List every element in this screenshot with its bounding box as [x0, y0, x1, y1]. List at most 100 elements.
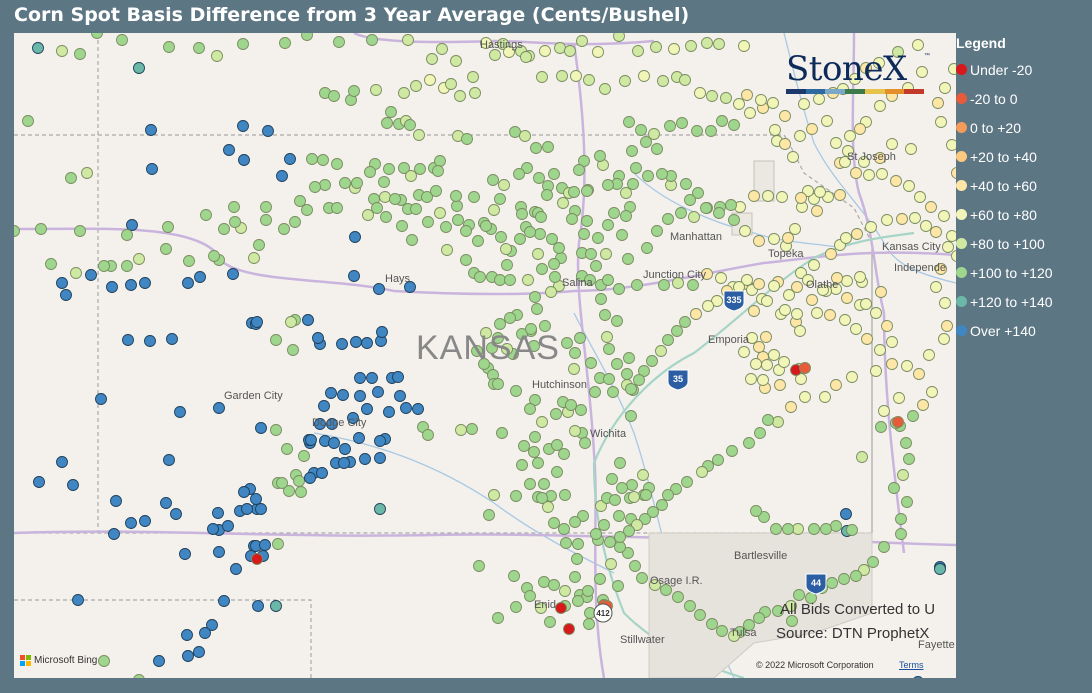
location-marker[interactable]	[743, 437, 755, 449]
legend-item[interactable]: +20 to +40	[956, 142, 1092, 171]
location-marker[interactable]	[860, 298, 872, 310]
location-marker[interactable]	[250, 493, 262, 505]
location-marker[interactable]	[531, 303, 543, 315]
location-marker[interactable]	[941, 320, 953, 332]
location-marker[interactable]	[410, 203, 422, 215]
location-marker[interactable]	[535, 211, 547, 223]
location-marker[interactable]	[878, 405, 890, 417]
location-marker[interactable]	[170, 508, 182, 520]
location-marker[interactable]	[163, 41, 175, 53]
location-marker[interactable]	[676, 117, 688, 129]
location-marker[interactable]	[920, 220, 932, 232]
location-marker[interactable]	[753, 341, 765, 353]
location-marker[interactable]	[160, 497, 172, 509]
location-marker[interactable]	[529, 291, 541, 303]
location-marker[interactable]	[913, 368, 925, 380]
location-marker[interactable]	[227, 268, 239, 280]
location-marker[interactable]	[609, 494, 621, 506]
location-marker[interactable]	[770, 523, 782, 535]
location-marker[interactable]	[565, 399, 577, 411]
location-marker[interactable]	[789, 223, 801, 235]
location-marker[interactable]	[548, 168, 560, 180]
location-marker[interactable]	[825, 248, 837, 260]
location-marker[interactable]	[626, 145, 638, 157]
location-marker[interactable]	[436, 43, 448, 55]
location-marker[interactable]	[494, 318, 506, 330]
location-marker[interactable]	[939, 82, 951, 94]
location-marker[interactable]	[875, 286, 887, 298]
location-marker[interactable]	[768, 349, 780, 361]
location-marker[interactable]	[426, 53, 438, 65]
location-marker[interactable]	[613, 283, 625, 295]
location-marker[interactable]	[620, 210, 632, 222]
location-marker[interactable]	[228, 201, 240, 213]
location-marker[interactable]	[532, 457, 544, 469]
location-marker[interactable]	[108, 528, 120, 540]
location-marker[interactable]	[787, 151, 799, 163]
location-marker[interactable]	[616, 229, 628, 241]
location-marker[interactable]	[655, 345, 667, 357]
location-marker[interactable]	[441, 244, 453, 256]
location-marker[interactable]	[518, 440, 530, 452]
location-marker[interactable]	[895, 528, 907, 540]
location-marker[interactable]	[514, 233, 526, 245]
location-marker[interactable]	[909, 212, 921, 224]
location-marker[interactable]	[598, 519, 610, 531]
location-marker[interactable]	[85, 269, 97, 281]
location-marker[interactable]	[550, 408, 562, 420]
location-marker[interactable]	[545, 286, 557, 298]
location-marker[interactable]	[688, 211, 700, 223]
location-marker[interactable]	[336, 338, 348, 350]
location-marker[interactable]	[496, 427, 508, 439]
location-marker[interactable]	[611, 358, 623, 370]
location-marker[interactable]	[160, 243, 172, 255]
location-marker[interactable]	[892, 416, 904, 428]
location-marker[interactable]	[605, 558, 617, 570]
location-marker[interactable]	[934, 563, 946, 575]
location-marker[interactable]	[510, 601, 522, 613]
location-marker[interactable]	[808, 259, 820, 271]
location-marker[interactable]	[91, 33, 103, 39]
location-marker[interactable]	[713, 38, 725, 50]
location-marker[interactable]	[725, 199, 737, 211]
location-marker[interactable]	[555, 602, 567, 614]
location-marker[interactable]	[183, 255, 195, 267]
location-marker[interactable]	[361, 337, 373, 349]
terms-link[interactable]: Terms	[899, 660, 924, 670]
location-marker[interactable]	[768, 233, 780, 245]
location-marker[interactable]	[778, 356, 790, 368]
location-marker[interactable]	[364, 166, 376, 178]
location-marker[interactable]	[339, 177, 351, 189]
location-marker[interactable]	[602, 274, 614, 286]
location-marker[interactable]	[608, 207, 620, 219]
location-marker[interactable]	[32, 42, 44, 54]
location-marker[interactable]	[522, 274, 534, 286]
location-marker[interactable]	[590, 260, 602, 272]
location-marker[interactable]	[193, 42, 205, 54]
location-marker[interactable]	[578, 228, 590, 240]
location-marker[interactable]	[434, 155, 446, 167]
location-marker[interactable]	[318, 400, 330, 412]
location-marker[interactable]	[901, 496, 913, 508]
location-marker[interactable]	[95, 393, 107, 405]
location-marker[interactable]	[886, 336, 898, 348]
location-marker[interactable]	[750, 358, 762, 370]
location-marker[interactable]	[893, 392, 905, 404]
location-marker[interactable]	[434, 207, 446, 219]
location-marker[interactable]	[932, 97, 944, 109]
location-marker[interactable]	[923, 349, 935, 361]
location-marker[interactable]	[251, 316, 263, 328]
location-marker[interactable]	[656, 168, 668, 180]
location-marker[interactable]	[524, 478, 536, 490]
location-marker[interactable]	[886, 358, 898, 370]
location-marker[interactable]	[174, 406, 186, 418]
location-marker[interactable]	[811, 205, 823, 217]
location-marker[interactable]	[762, 414, 774, 426]
location-marker[interactable]	[212, 507, 224, 519]
location-marker[interactable]	[469, 87, 481, 99]
location-marker[interactable]	[65, 172, 77, 184]
location-marker[interactable]	[888, 482, 900, 494]
location-marker[interactable]	[611, 315, 623, 327]
location-marker[interactable]	[791, 308, 803, 320]
location-marker[interactable]	[750, 505, 762, 517]
